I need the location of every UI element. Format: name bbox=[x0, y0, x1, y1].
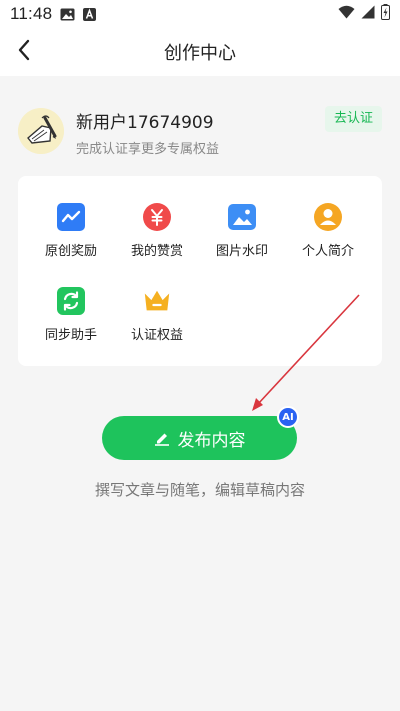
image-icon bbox=[227, 202, 257, 232]
wifi-icon bbox=[338, 4, 355, 24]
crown-icon bbox=[142, 286, 172, 316]
pen-icon bbox=[154, 430, 170, 446]
grid-item-my-rewards[interactable]: 我的赞赏 bbox=[117, 202, 197, 272]
grid-item-original-reward[interactable]: 原创奖励 bbox=[31, 202, 111, 272]
grid-item-label: 个人简介 bbox=[301, 244, 354, 259]
grid-item-label: 同步助手 bbox=[44, 328, 97, 343]
grid-item-label: 认证权益 bbox=[130, 328, 183, 343]
status-time: 11:48 bbox=[10, 4, 53, 23]
publish-content-button[interactable]: 发布内容 bbox=[102, 416, 297, 460]
yuan-icon bbox=[142, 202, 172, 232]
avatar[interactable] bbox=[18, 108, 64, 154]
chevron-left-icon bbox=[17, 39, 31, 65]
person-icon bbox=[313, 202, 343, 232]
back-button[interactable] bbox=[12, 39, 36, 65]
sync-icon bbox=[56, 286, 86, 316]
grid-item-label: 原创奖励 bbox=[44, 244, 97, 259]
a-icon bbox=[83, 7, 97, 21]
status-bar: 11:48 bbox=[0, 0, 400, 28]
trend-chart-icon bbox=[56, 202, 86, 232]
nav-bar: 创作中心 bbox=[0, 28, 400, 76]
feature-card: 原创奖励 我的赞赏 图片水印 个人简介 同步助手 认证权益 bbox=[18, 176, 382, 366]
grid-item-profile-bio[interactable]: 个人简介 bbox=[288, 202, 368, 272]
profile-subtitle: 完成认证享更多专属权益 bbox=[76, 142, 220, 157]
battery-charging-icon bbox=[381, 3, 390, 25]
grid-item-image-watermark[interactable]: 图片水印 bbox=[202, 202, 282, 272]
grid-item-sync-assistant[interactable]: 同步助手 bbox=[31, 286, 111, 356]
profile-header: 新用户17674909 完成认证享更多专属权益 去认证 bbox=[18, 106, 382, 160]
publish-button-label: 发布内容 bbox=[177, 430, 246, 451]
ai-badge: AI bbox=[277, 406, 299, 428]
username: 新用户17674909 bbox=[76, 113, 214, 133]
verify-button[interactable]: 去认证 bbox=[324, 106, 382, 132]
grid-item-label: 我的赞赏 bbox=[130, 244, 183, 259]
page-title: 创作中心 bbox=[164, 43, 236, 64]
publish-description: 撰写文章与随笔，编辑草稿内容 bbox=[94, 481, 305, 499]
signal-icon bbox=[361, 4, 375, 24]
grid-item-label: 图片水印 bbox=[215, 244, 268, 259]
grid-item-verify-benefits[interactable]: 认证权益 bbox=[117, 286, 197, 356]
image-icon bbox=[60, 8, 75, 21]
